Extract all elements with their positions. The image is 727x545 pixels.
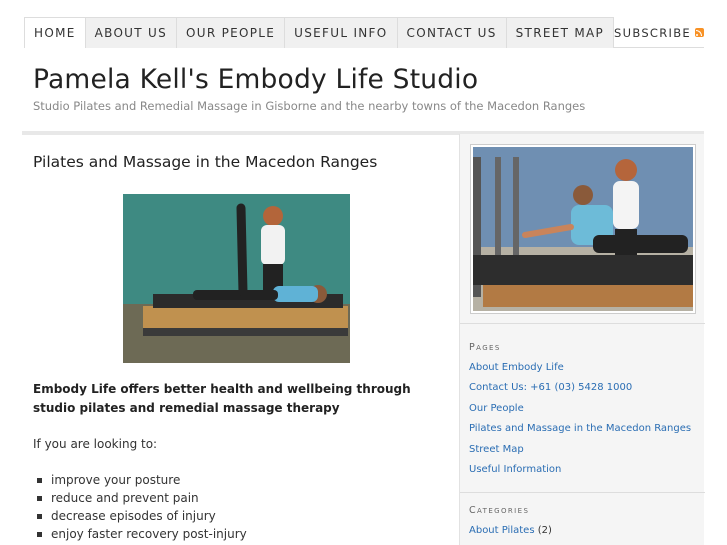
sidebar-photo	[470, 144, 696, 314]
bullet-square-icon	[37, 531, 42, 537]
nav-item-contact-us[interactable]: CONTACT US	[396, 17, 506, 48]
page-link-pilates-massage[interactable]: Pilates and Massage in the Macedon Range…	[469, 423, 691, 434]
subscribe-label: SUBSCRIBE	[614, 25, 691, 40]
list-item: decrease episodes of injury	[37, 507, 247, 525]
sidebar: Pages About Embody Life Contact Us: +61 …	[459, 134, 705, 545]
list-item-label: decrease episodes of injury	[51, 509, 216, 523]
site-title[interactable]: Pamela Kell's Embody Life Studio	[33, 64, 478, 95]
categories-widget-title: Categories	[469, 505, 530, 516]
post-title: Pilates and Massage in the Macedon Range…	[33, 153, 378, 171]
bullet-square-icon	[37, 513, 42, 519]
page-link-about-embody-life[interactable]: About Embody Life	[469, 362, 564, 373]
intro-text: Embody Life offers better health and wel…	[33, 382, 411, 415]
nav-item-our-people[interactable]: OUR PEOPLE	[176, 17, 285, 48]
list-item: About Embody Life	[469, 358, 691, 378]
category-count: (2)	[537, 525, 552, 536]
pages-list: About Embody Life Contact Us: +61 (03) 5…	[469, 358, 691, 480]
sidebar-photo-illustration	[473, 147, 693, 311]
list-item-label: enjoy faster recovery post-injury	[51, 527, 247, 541]
sidebar-divider	[460, 492, 705, 493]
categories-list: About Pilates (2)	[469, 521, 552, 541]
list-item: Our People	[469, 399, 691, 419]
page-link-useful-information[interactable]: Useful Information	[469, 464, 561, 475]
list-item-label: improve your posture	[51, 473, 181, 487]
pages-widget-title: Pages	[469, 342, 501, 353]
site-description: Studio Pilates and Remedial Massage in G…	[33, 99, 586, 113]
nav-list: HOME ABOUT US OUR PEOPLE USEFUL INFO CON…	[24, 17, 704, 48]
subscribe-link[interactable]: SUBSCRIBE	[614, 17, 704, 48]
main-content: Pilates and Massage in the Macedon Range…	[24, 135, 458, 545]
nav-item-street-map[interactable]: STREET MAP	[505, 17, 615, 48]
list-item: About Pilates (2)	[469, 521, 552, 541]
list-item-label: reduce and prevent pain	[51, 491, 199, 505]
rss-icon	[695, 28, 704, 37]
pilates-photo-illustration	[123, 194, 350, 363]
nav-item-about-us[interactable]: ABOUT US	[84, 17, 177, 48]
nav-item-useful-info[interactable]: USEFUL INFO	[284, 17, 397, 48]
list-item: Street Map	[469, 440, 691, 460]
list-item: improve your posture	[37, 471, 247, 489]
pilates-photo	[123, 194, 350, 363]
page-link-our-people[interactable]: Our People	[469, 403, 524, 414]
page-link-contact-us[interactable]: Contact Us: +61 (03) 5428 1000	[469, 382, 632, 393]
bullet-square-icon	[37, 477, 42, 483]
main-nav: HOME ABOUT US OUR PEOPLE USEFUL INFO CON…	[24, 17, 704, 48]
list-item: Pilates and Massage in the Macedon Range…	[469, 419, 691, 439]
list-item: enjoy faster recovery post-injury	[37, 525, 247, 543]
category-link-about-pilates[interactable]: About Pilates	[469, 525, 535, 536]
list-item: Useful Information	[469, 460, 691, 480]
bullet-square-icon	[37, 495, 42, 501]
sidebar-photo-image	[473, 147, 693, 311]
lead-text: If you are looking to:	[33, 437, 158, 451]
nav-item-home[interactable]: HOME	[24, 17, 85, 48]
list-item: Contact Us: +61 (03) 5428 1000	[469, 378, 691, 398]
list-item: reduce and prevent pain	[37, 489, 247, 507]
benefits-list: improve your posture reduce and prevent …	[37, 471, 247, 543]
page-link-street-map[interactable]: Street Map	[469, 444, 524, 455]
sidebar-divider	[460, 323, 705, 324]
